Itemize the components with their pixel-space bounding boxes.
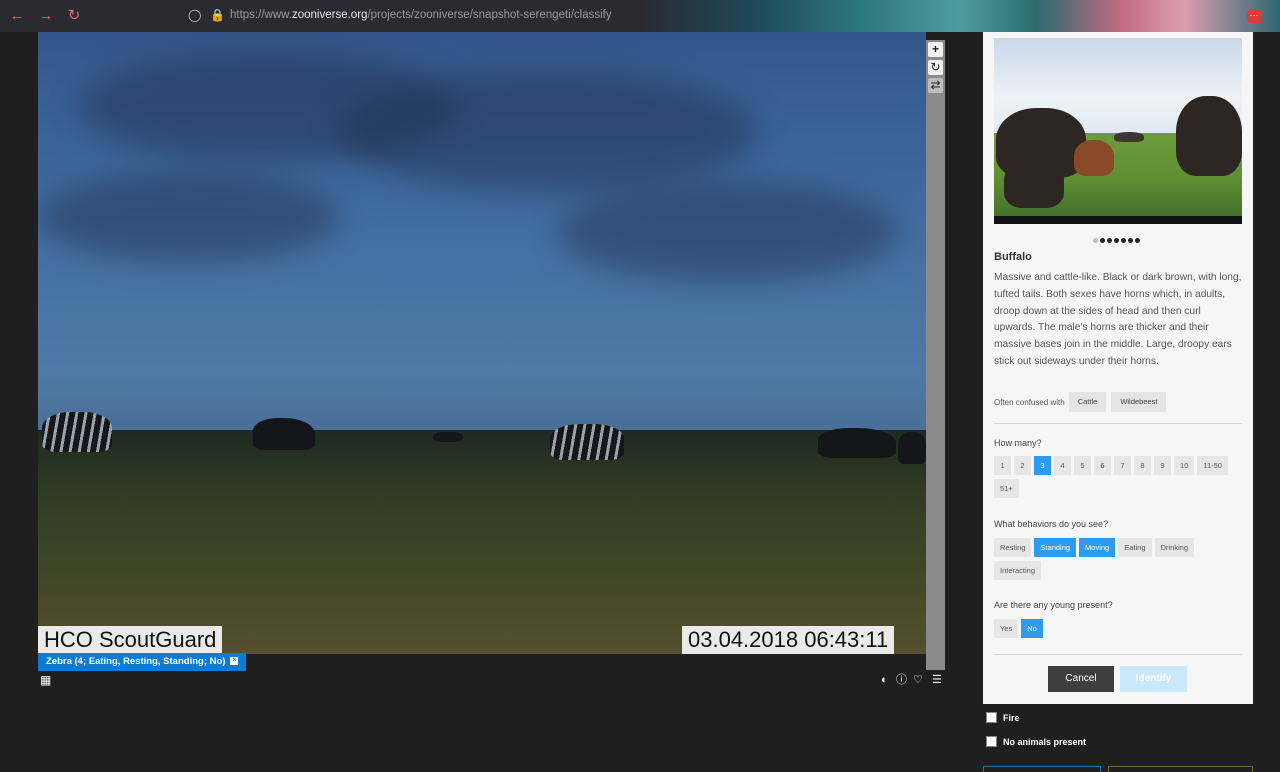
task-button-edge[interactable] xyxy=(1108,766,1253,772)
behavior-options: Resting Standing Moving Eating Drinking Inter… xyxy=(994,538,1244,584)
fire-label: Fire xyxy=(1003,712,1020,723)
pager-dot[interactable] xyxy=(1121,238,1126,243)
behavior-option-moving[interactable]: Moving xyxy=(1079,538,1116,557)
divider xyxy=(994,423,1242,424)
url-prefix: https://www. xyxy=(230,9,292,21)
subject-image[interactable]: HCO ScoutGuard 03.04.2018 06:43:11 xyxy=(38,32,926,654)
url-domain: zooniverse.org xyxy=(292,9,368,21)
no-animals-label: No animals present xyxy=(1003,736,1087,747)
confused-with: Often confused with Cattle Wildebeest xyxy=(994,392,1171,412)
lock-icon[interactable]: 🔒 xyxy=(210,8,225,22)
timestamp: 03.04.2018 06:43:11 xyxy=(682,626,895,654)
wildebeest-silhouette xyxy=(818,428,896,458)
fire-checkbox-row[interactable]: Fire xyxy=(986,712,1020,723)
shield-icon[interactable]: ◯ xyxy=(188,8,201,22)
count-option-2[interactable]: 2 xyxy=(1014,456,1031,475)
url-path: /projects/zooniverse/snapshot-serengeti/… xyxy=(367,9,612,21)
arrow-right-icon[interactable]: → xyxy=(37,7,55,25)
behaviors-question: What behaviors do you see? xyxy=(994,519,1109,529)
remove-annotation-icon[interactable]: × xyxy=(230,657,239,666)
pager-dot[interactable] xyxy=(1100,238,1105,243)
identify-button[interactable]: Identify xyxy=(1120,666,1187,692)
young-option-no[interactable]: No xyxy=(1021,619,1043,638)
count-option-11-50[interactable]: 11-50 xyxy=(1197,456,1228,475)
zebra-silhouette xyxy=(550,424,624,460)
favorite-icon[interactable]: ♡ xyxy=(913,674,923,686)
wildebeest-silhouette xyxy=(253,418,315,450)
collections-icon[interactable]: ☰ xyxy=(932,674,942,686)
photo-pager xyxy=(1093,230,1142,243)
species-panel: Buffalo Massive and cattle-like. Black o… xyxy=(983,32,1253,704)
reload-icon[interactable]: ↻ xyxy=(65,7,83,25)
how-many-options: 1 2 3 4 5 6 7 8 9 10 11-50 51+ xyxy=(994,456,1244,502)
count-option-3[interactable]: 3 xyxy=(1034,456,1051,475)
pager-dot[interactable] xyxy=(1093,238,1098,243)
behavior-option-drinking[interactable]: Drinking xyxy=(1154,538,1195,557)
no-animals-checkbox-row[interactable]: No animals present xyxy=(986,736,1086,747)
contrast-icon[interactable]: ◐ xyxy=(881,674,888,686)
animal-silhouette xyxy=(898,432,926,464)
rotate-icon[interactable]: ↻ xyxy=(928,60,943,75)
count-option-7[interactable]: 7 xyxy=(1114,456,1131,475)
behavior-option-resting[interactable]: Resting xyxy=(994,538,1032,557)
count-option-5[interactable]: 5 xyxy=(1074,456,1091,475)
distant-animal xyxy=(433,432,463,442)
fire-checkbox[interactable] xyxy=(986,712,997,723)
behavior-option-standing[interactable]: Standing xyxy=(1034,538,1077,557)
grid-icon[interactable]: ▦ xyxy=(40,674,51,686)
info-icon[interactable]: ⓘ xyxy=(896,674,907,686)
zebra-silhouette xyxy=(42,412,112,452)
extension-icon[interactable]: ⋯ xyxy=(1247,9,1261,23)
pager-dot[interactable] xyxy=(1135,238,1140,243)
arrow-left-icon[interactable]: ← xyxy=(8,7,26,25)
species-reference-photo xyxy=(994,38,1242,224)
pager-dot[interactable] xyxy=(1107,238,1112,243)
camera-label: HCO ScoutGuard xyxy=(38,626,223,654)
confused-wildebeest-button[interactable]: Wildebeest xyxy=(1111,392,1167,412)
no-animals-checkbox[interactable] xyxy=(986,736,997,747)
young-options: Yes No xyxy=(994,619,1244,642)
behavior-option-interacting[interactable]: Interacting xyxy=(994,561,1042,580)
divider xyxy=(994,654,1242,655)
species-description: Massive and cattle-like. Black or dark b… xyxy=(994,272,1242,367)
count-option-4[interactable]: 4 xyxy=(1054,456,1071,475)
image-toolbar xyxy=(926,40,945,670)
pager-dot[interactable] xyxy=(1114,238,1119,243)
how-many-question: How many? xyxy=(994,438,1042,448)
pager-dot[interactable] xyxy=(1128,238,1133,243)
cancel-button[interactable]: Cancel xyxy=(1048,666,1114,692)
confused-with-label: Often confused with xyxy=(994,397,1065,407)
reset-icon[interactable]: ⇄ xyxy=(928,78,943,93)
count-option-1[interactable]: 1 xyxy=(994,456,1011,475)
annotation-label: Zebra (4; Eating, Resting, Standing; No) xyxy=(46,656,226,667)
count-option-6[interactable]: 6 xyxy=(1094,456,1111,475)
browser-toolbar: ← → ↻ ◯ 🔒 https://www.zooniverse.org/pro… xyxy=(0,0,1280,32)
confused-cattle-button[interactable]: Cattle xyxy=(1068,392,1107,412)
young-option-yes[interactable]: Yes xyxy=(994,619,1019,638)
browser-theme-art xyxy=(640,0,1280,32)
grassland xyxy=(38,430,926,654)
young-question: Are there any young present? xyxy=(994,600,1113,610)
count-option-8[interactable]: 8 xyxy=(1134,456,1151,475)
species-name: Buffalo xyxy=(994,251,1032,263)
task-button-edge[interactable] xyxy=(983,766,1101,772)
count-option-51-[interactable]: 51+ xyxy=(994,479,1019,498)
annotation-chip[interactable]: Zebra (4; Eating, Resting, Standing; No)… xyxy=(38,653,247,671)
count-option-10[interactable]: 10 xyxy=(1174,456,1195,475)
address-bar[interactable]: https://www.zooniverse.org/projects/zoon… xyxy=(230,9,612,21)
behavior-option-eating[interactable]: Eating xyxy=(1118,538,1152,557)
zoom-in-icon[interactable]: + xyxy=(928,42,943,57)
sky xyxy=(38,32,926,432)
count-option-9[interactable]: 9 xyxy=(1154,456,1171,475)
